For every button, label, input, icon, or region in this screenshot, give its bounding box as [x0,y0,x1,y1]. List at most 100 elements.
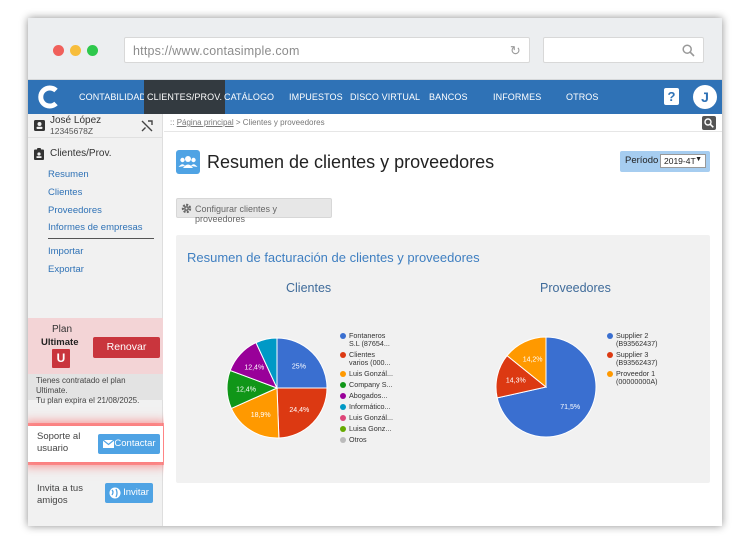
nav-impuestos[interactable]: IMPUESTOS [284,80,348,114]
clientes-chart-title: Clientes [286,281,332,295]
nav-clientes-prov[interactable]: CLIENTES/PROV. [144,80,226,114]
clientes-legend-item-3[interactable]: Company S... [340,381,396,389]
proveedores-legend-item-2[interactable]: Proveedor 1 (00000000A) [607,370,682,386]
proveedores-legend-label-2: Proveedor 1 (00000000A) [616,369,658,386]
clientes-legend-swatch-7 [340,426,346,432]
breadcrumb-home-link[interactable]: Página principal [177,118,234,127]
period-value: 2019-4T [664,156,696,166]
clientes-slice-label-4: 12,4% [244,364,264,371]
clientes-legend-swatch-1 [340,352,346,358]
top-navigation: CONTABILIDAD CLIENTES/PROV. CATÁLOGO IMP… [28,80,722,114]
nav-contabilidad[interactable]: CONTABILIDAD [74,80,151,114]
support-box: Soporte al usuario Contactar [28,426,163,462]
maximize-window-dot[interactable] [87,45,98,56]
proveedores-chart-title: Proveedores [540,281,611,295]
clientes-legend-item-7[interactable]: Luisa Gonz... [340,425,396,433]
sidebar-divider [48,238,154,239]
clientes-slice-label-1: 24,4% [289,407,309,414]
clientes-legend-item-1[interactable]: Clientes varios (000... [340,351,396,367]
breadcrumb-prefix: :: [170,118,175,127]
sidebar-link-exportar[interactable]: Exportar [48,264,84,275]
clientes-legend-item-2[interactable]: Luis Gonzál... [340,370,396,378]
dropdown-arrow-icon: ▼ [695,156,702,163]
browser-search-input[interactable] [543,37,704,63]
nav-informes[interactable]: INFORMES [488,80,546,114]
breadcrumb-current: Clientes y proveedores [242,118,325,127]
nav-bancos[interactable]: BANCOS [424,80,473,114]
invite-text-line-2: amigos [37,495,68,506]
search-icon [682,44,695,57]
proveedores-pie-chart: 71,5% 14,3% 14,2% [495,336,597,438]
period-select[interactable]: 2019-4T ▼ [660,154,706,168]
sidebar-link-proveedores[interactable]: Proveedores [48,205,102,216]
proveedores-legend-item-0[interactable]: Supplier 2 (B93562437) [607,332,682,348]
configure-label: Configurar clientes y proveedores [195,204,278,224]
sidebar-link-clientes[interactable]: Clientes [48,187,82,198]
period-selector: Período 2019-4T ▼ [620,151,710,172]
renew-button[interactable]: Renovar [93,337,160,358]
clipboard-icon [34,148,44,160]
clientes-legend-item-8[interactable]: Otros [340,436,396,444]
clientes-legend-label-8: Otros [349,435,367,444]
user-tax-id: 12345678Z [50,126,94,136]
clientes-legend-label-7: Luisa Gonz... [349,424,392,433]
clientes-legend-item-5[interactable]: Informático... [340,403,396,411]
envelope-icon [103,440,114,448]
plan-info: Tienes contratado el plan Ultimate. Tu p… [28,374,163,405]
invite-text-line-1: Invita a tus [37,483,83,494]
proveedores-legend-swatch-0 [607,333,613,339]
browser-chrome: https://www.contasimple.com ↻ [28,18,722,80]
proveedores-legend-item-1[interactable]: Supplier 3 (B93562437) [607,351,682,367]
proveedores-slice-label-0: 71,5% [560,404,580,411]
section-title: Clientes/Prov. [50,148,112,159]
clientes-legend-swatch-8 [340,437,346,443]
address-bar[interactable]: https://www.contasimple.com ↻ [124,37,530,63]
configure-button[interactable]: Configurar clientes y proveedores [176,198,332,224]
nav-otros[interactable]: OTROS [561,80,604,114]
sidebar-link-resumen[interactable]: Resumen [48,169,89,180]
clientes-legend-label-1: Clientes varios (000... [349,350,391,367]
contact-label: Contactar [114,438,156,449]
url-text: https://www.contasimple.com [133,44,300,58]
panel-title: Resumen de facturación de clientes y pro… [187,250,480,265]
user-card-icon [34,120,45,131]
close-window-dot[interactable] [53,45,64,56]
page-search-button[interactable] [702,116,716,130]
support-text-line-1: Soporte al [37,431,81,442]
billing-summary-panel: Resumen de facturación de clientes y pro… [176,235,710,483]
nav-catalogo[interactable]: CATÁLOGO [219,80,279,114]
nav-disco-virtual[interactable]: DISCO VIRTUAL [345,80,425,114]
clientes-legend-swatch-0 [340,333,346,339]
sidebar-link-informes-empresas[interactable]: Informes de empresas [48,222,143,233]
clientes-legend-item-0[interactable]: Fontaneros S.L (87654... [340,332,396,348]
proveedores-slice-label-1: 14,3% [506,377,526,384]
plan-box: Plan Ultimate U Renovar [28,318,163,374]
clientes-slice-label-3: 12,4% [236,386,256,393]
invite-button[interactable]: Invitar [105,483,153,503]
clientes-legend-label-3: Company S... [349,380,393,389]
clientes-legend: Fontaneros S.L (87654... Clientes varios … [340,332,396,447]
clientes-legend-item-4[interactable]: Abogados... [340,392,396,400]
support-text: Soporte al usuario [37,431,80,455]
minimize-window-dot[interactable] [70,45,81,56]
clientes-legend-swatch-6 [340,415,346,421]
clientes-legend-item-6[interactable]: Luis Gonzál... [340,414,396,422]
plan-badge: U [52,349,70,368]
user-avatar[interactable]: J [693,85,717,109]
clientes-legend-label-2: Luis Gonzál... [349,369,393,378]
reload-icon[interactable]: ↻ [510,43,521,59]
contact-button[interactable]: Contactar [98,434,160,454]
page-header-icon [176,150,200,174]
invite-label: Invitar [123,487,149,498]
switch-user-icon[interactable] [141,120,153,132]
page-title: Resumen de clientes y proveedores [207,152,495,172]
help-icon[interactable]: ? [664,88,679,105]
clientes-legend-swatch-5 [340,404,346,410]
globe-icon [109,487,121,499]
sidebar-link-importar[interactable]: Importar [48,246,83,257]
plan-info-line-2: Tu plan expira el 21/08/2025. [36,396,140,405]
proveedores-legend-swatch-2 [607,371,613,377]
contasimple-logo[interactable] [38,85,60,109]
clientes-legend-label-0: Fontaneros S.L (87654... [349,331,390,348]
proveedores-legend-label-1: Supplier 3 (B93562437) [616,350,658,367]
